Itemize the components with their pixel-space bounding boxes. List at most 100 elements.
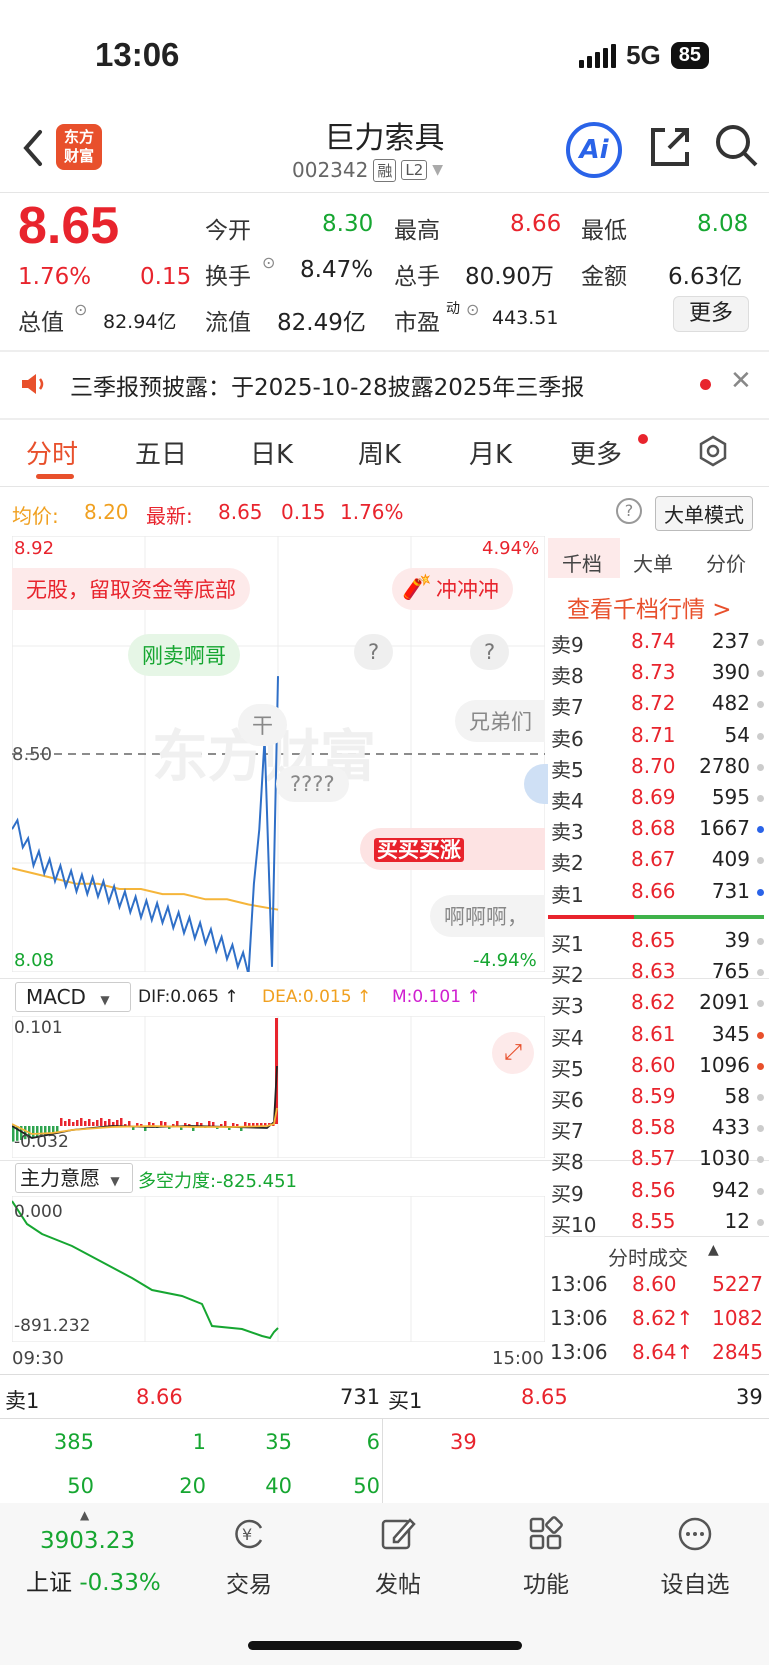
tab-more[interactable]: 更多 bbox=[570, 434, 622, 471]
search-icon[interactable] bbox=[713, 122, 759, 168]
info-circle-icon[interactable]: ⊙ bbox=[466, 300, 479, 319]
sell-row[interactable]: 卖1 8.66 731 bbox=[548, 877, 766, 908]
ai-icon[interactable]: Ai bbox=[566, 122, 622, 178]
tab-weekly-k[interactable]: 周K bbox=[358, 434, 401, 471]
help-icon[interactable]: ? bbox=[616, 498, 642, 524]
macd-top-label: 0.101 bbox=[14, 1018, 63, 1038]
notice-dot bbox=[700, 379, 711, 390]
comment-bubble[interactable]: ? bbox=[470, 634, 510, 670]
macd-bar bbox=[104, 1121, 107, 1126]
buy-row[interactable]: 买2 8.63 765 bbox=[548, 957, 766, 988]
comment-bubble[interactable]: 买买买涨 bbox=[360, 828, 545, 870]
sell-row[interactable]: 卖3 8.68 1667 bbox=[548, 814, 766, 845]
notice-text[interactable]: 三季报预披露：于2025-10-28披露2025年三季报 bbox=[70, 368, 584, 402]
comment-bubble[interactable]: ???? bbox=[276, 766, 349, 802]
comment-bubble[interactable]: 兄弟们 bbox=[455, 700, 545, 742]
buy-row[interactable]: 买5 8.60 1096 bbox=[548, 1051, 766, 1082]
macd-bar bbox=[68, 1119, 71, 1126]
tab-post[interactable]: 发帖 bbox=[338, 1565, 458, 1599]
stock-code-row[interactable]: 002342 融 L2 ▼ bbox=[292, 158, 443, 182]
more-dots-icon[interactable] bbox=[677, 1516, 713, 1552]
big-order-mode-button[interactable]: 大单模式 bbox=[655, 496, 753, 531]
change-pct: 1.76% bbox=[18, 264, 92, 290]
sell-row[interactable]: 卖6 8.71 54 bbox=[548, 721, 766, 752]
tab-monthly-k[interactable]: 月K bbox=[469, 434, 512, 471]
depth-link[interactable]: 查看千档行情 > bbox=[567, 590, 732, 624]
more-button[interactable]: 更多 bbox=[673, 296, 749, 332]
sell-vol: 1667 bbox=[699, 816, 750, 841]
indicator-selector[interactable]: 主力意愿 ▼ bbox=[15, 1163, 133, 1193]
function-icon[interactable] bbox=[528, 1516, 564, 1552]
expand-icon[interactable]: ⤢ bbox=[492, 1032, 534, 1074]
ob-tab-depth[interactable]: 千档 bbox=[562, 548, 602, 577]
sell-vol: 731 bbox=[711, 878, 750, 903]
buy-row[interactable]: 买9 8.56 942 bbox=[548, 1176, 766, 1207]
y-top-label: 8.92 bbox=[14, 538, 55, 559]
comment-bubble[interactable]: 啊啊啊， bbox=[430, 895, 545, 937]
latest-label: 最新: bbox=[146, 504, 193, 528]
ratio-bar-sell bbox=[548, 915, 634, 919]
latest-value: 8.65 bbox=[218, 500, 263, 524]
buy-row[interactable]: 买1 8.65 39 bbox=[548, 926, 766, 957]
trade-icon[interactable]: ¥ bbox=[231, 1516, 267, 1552]
zl-value-text: 多空力度:-825.451 bbox=[138, 1171, 297, 1192]
macd-bar bbox=[60, 1118, 63, 1126]
buy-row[interactable]: 买10 8.55 12 bbox=[548, 1207, 766, 1238]
share-icon[interactable] bbox=[647, 124, 693, 170]
mktcap-label: 总值 bbox=[18, 310, 64, 336]
sell-label: 卖4 bbox=[551, 789, 584, 813]
divider bbox=[0, 418, 769, 420]
index-value[interactable]: 3903.23 bbox=[40, 1528, 135, 1554]
order-dot bbox=[757, 888, 764, 896]
tab-function[interactable]: 功能 bbox=[486, 1565, 606, 1599]
info-circle-icon[interactable]: ⊙ bbox=[74, 300, 87, 319]
macd-bar bbox=[64, 1121, 67, 1126]
tab-5day[interactable]: 五日 bbox=[135, 434, 187, 471]
ob-tab-big-order[interactable]: 大单 bbox=[633, 548, 673, 577]
info-circle-icon[interactable]: ⊙ bbox=[262, 253, 275, 272]
sell-row[interactable]: 卖8 8.73 390 bbox=[548, 658, 766, 689]
buy-queue-cell: 39 bbox=[450, 1430, 477, 1454]
signal-icon bbox=[579, 43, 617, 68]
home-indicator[interactable] bbox=[248, 1641, 522, 1650]
buy-price: 8.60 bbox=[631, 1052, 676, 1077]
macd-bot-label: -0.032 bbox=[14, 1132, 69, 1152]
comment-bubble[interactable]: 无股，留取资金等底部 bbox=[12, 568, 250, 610]
main-force-chart[interactable] bbox=[12, 1196, 545, 1342]
sell-price: 8.74 bbox=[631, 629, 676, 653]
caret-up-icon[interactable]: ▲ bbox=[80, 1508, 89, 1522]
index-row[interactable]: 上证 -0.33% bbox=[26, 1563, 161, 1597]
post-icon[interactable] bbox=[380, 1516, 416, 1552]
sell-price: 8.72 bbox=[631, 691, 676, 716]
sell-row[interactable]: 卖7 8.72 482 bbox=[548, 689, 766, 720]
tab-trade[interactable]: 交易 bbox=[189, 1565, 309, 1599]
buy-row[interactable]: 买3 8.62 2091 bbox=[548, 988, 766, 1019]
close-icon[interactable]: ✕ bbox=[730, 366, 752, 396]
pe-value: 443.51 bbox=[492, 307, 559, 329]
tab-daily-k[interactable]: 日K bbox=[250, 434, 293, 471]
macd-bar bbox=[160, 1121, 163, 1126]
settings-icon[interactable] bbox=[696, 434, 730, 468]
macd-bar bbox=[92, 1122, 95, 1126]
macd-chart[interactable] bbox=[12, 1016, 545, 1158]
comment-bubble[interactable]: 干 bbox=[238, 704, 287, 746]
tab-add-watchlist[interactable]: 设自选 bbox=[635, 1565, 755, 1599]
ob-tab-price[interactable]: 分价 bbox=[706, 548, 746, 577]
tab-intraday[interactable]: 分时 bbox=[26, 434, 78, 471]
sell-row[interactable]: 卖5 8.70 2780 bbox=[548, 752, 766, 783]
macd-selector[interactable]: MACD ▼ bbox=[15, 982, 131, 1012]
buy-row[interactable]: 买6 8.59 58 bbox=[548, 1082, 766, 1113]
order-dot bbox=[757, 732, 764, 740]
sell-row[interactable]: 卖4 8.69 595 bbox=[548, 783, 766, 814]
buy-row[interactable]: 买8 8.57 1030 bbox=[548, 1144, 766, 1175]
comment-bubble[interactable]: 刚卖啊哥 bbox=[128, 634, 240, 676]
buy-label: 买3 bbox=[551, 994, 584, 1019]
comment-bubble[interactable]: ? bbox=[354, 634, 394, 670]
macd-bar bbox=[72, 1122, 75, 1126]
sell-row[interactable]: 卖2 8.67 409 bbox=[548, 845, 766, 876]
ticks-label[interactable]: 分时成交 bbox=[608, 1242, 688, 1271]
macd-bar bbox=[88, 1119, 91, 1126]
buy-row[interactable]: 买4 8.61 345 bbox=[548, 1020, 766, 1051]
buy-row[interactable]: 买7 8.58 433 bbox=[548, 1113, 766, 1144]
sell-row[interactable]: 卖9 8.74 237 bbox=[548, 627, 766, 658]
